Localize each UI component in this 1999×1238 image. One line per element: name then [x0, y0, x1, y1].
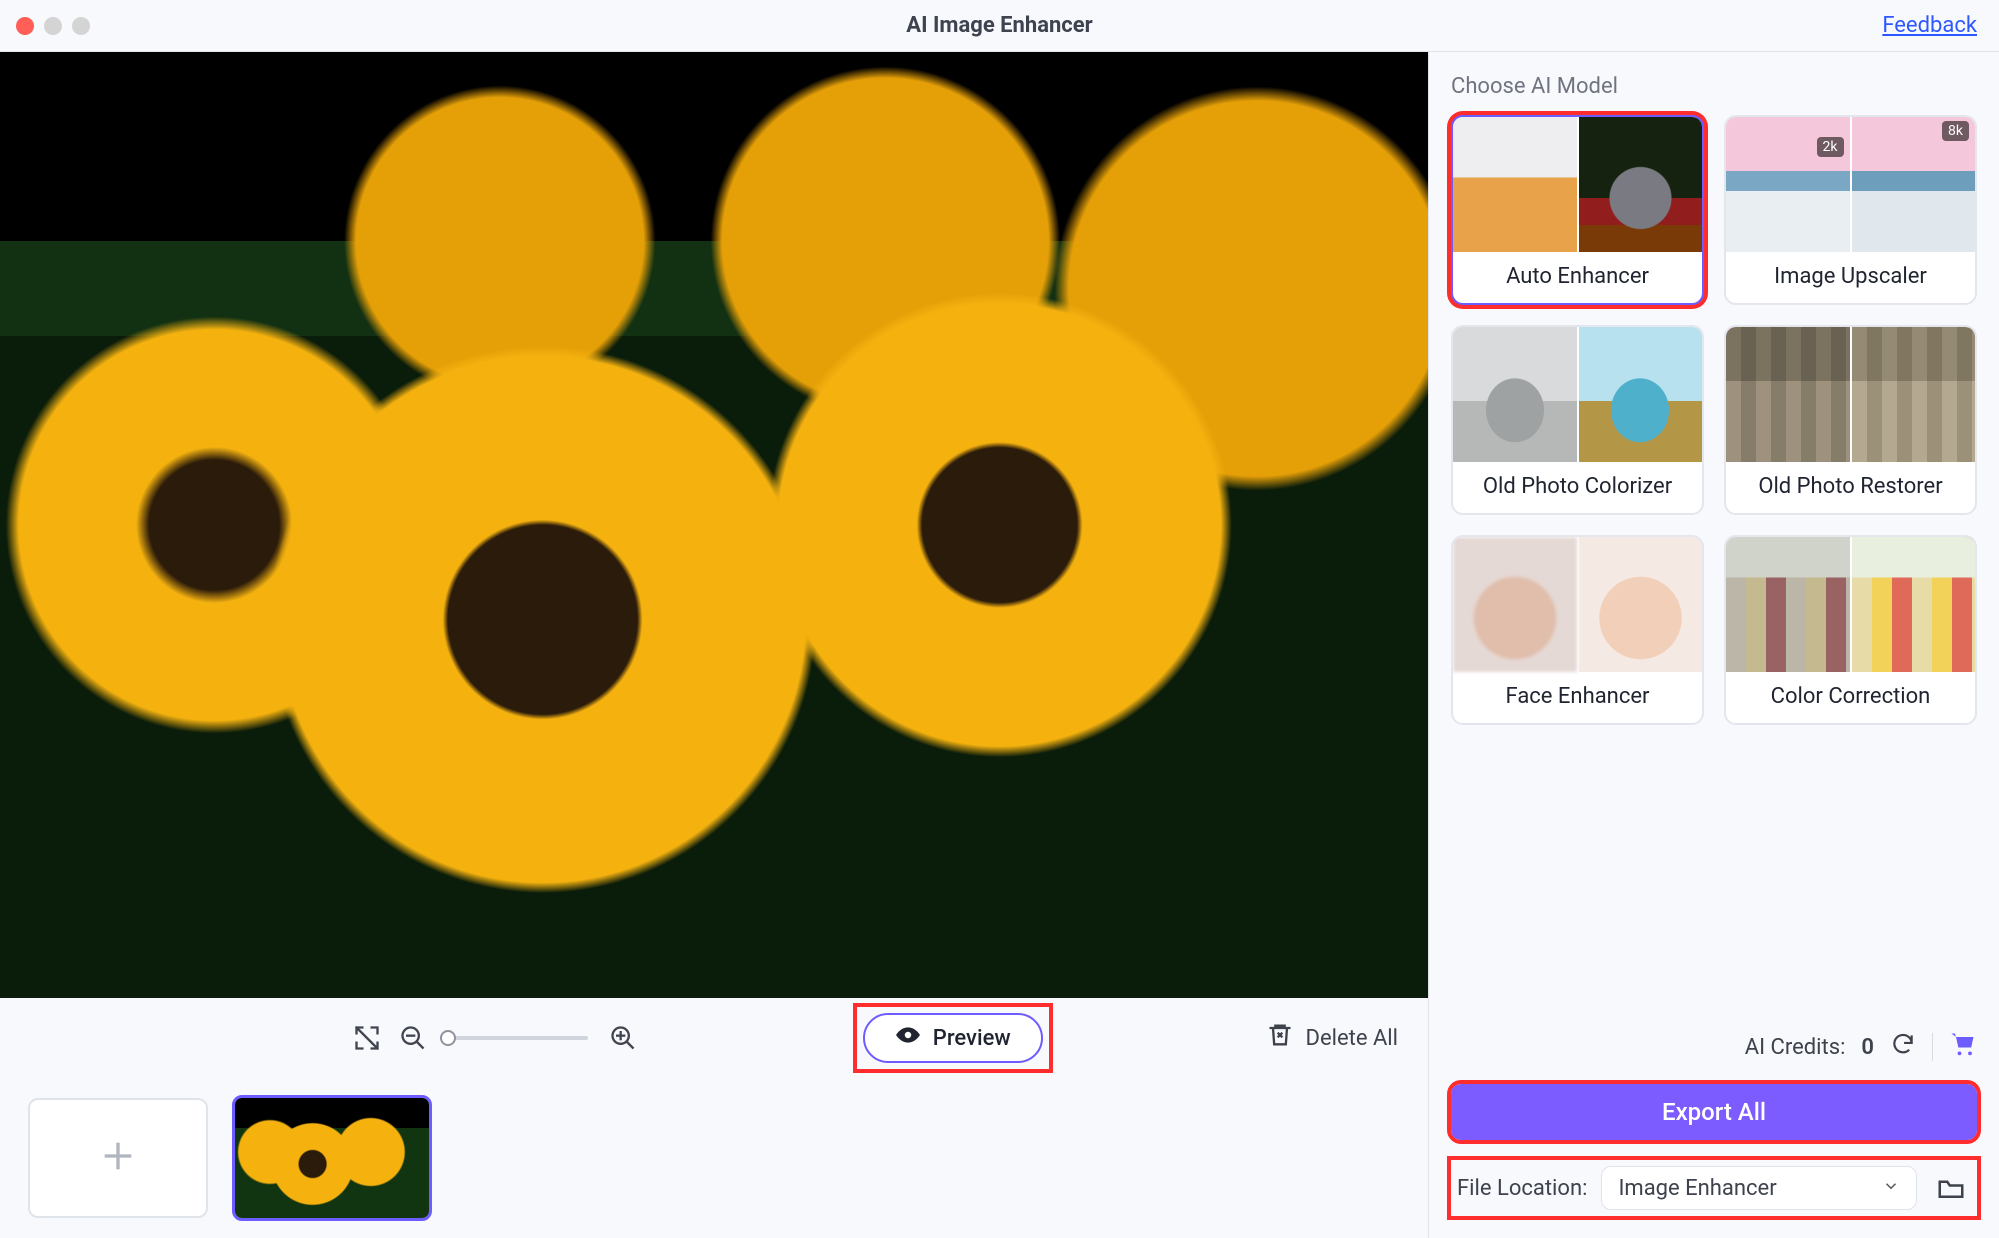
model-thumb: 2k 8k [1726, 117, 1975, 252]
open-folder-button[interactable] [1931, 1168, 1971, 1208]
chevron-down-icon [1882, 1176, 1900, 1201]
image-canvas[interactable] [0, 52, 1428, 998]
credits-value: 0 [1861, 1035, 1874, 1060]
main-split: Preview Delete All [0, 52, 1999, 1238]
model-card-old-photo-restorer[interactable]: Old Photo Restorer [1724, 325, 1977, 515]
feedback-link[interactable]: Feedback [1882, 13, 1977, 38]
export-all-button[interactable]: Export All [1451, 1084, 1977, 1140]
preview-image [0, 52, 1428, 998]
close-window-button[interactable] [16, 17, 34, 35]
model-thumb [1453, 117, 1702, 252]
model-label: Image Upscaler [1726, 252, 1975, 303]
plus-icon [98, 1136, 138, 1180]
zoom-slider[interactable] [448, 1036, 588, 1040]
model-label: Color Correction [1726, 672, 1975, 723]
thumbnail-image [235, 1098, 429, 1218]
upscale-badge-2k: 2k [1817, 137, 1844, 157]
model-thumb [1726, 327, 1975, 462]
fit-screen-icon[interactable] [350, 1021, 384, 1055]
model-thumb [1453, 537, 1702, 672]
delete-all-button[interactable]: Delete All [1266, 1021, 1399, 1055]
model-thumb [1453, 327, 1702, 462]
model-label: Old Photo Restorer [1726, 462, 1975, 513]
upscale-badge-8k: 8k [1942, 121, 1969, 141]
trash-icon [1266, 1021, 1294, 1055]
model-label: Old Photo Colorizer [1453, 462, 1702, 513]
credits-label: AI Credits: [1745, 1035, 1846, 1060]
zoom-in-icon[interactable] [606, 1021, 640, 1055]
preview-button-label: Preview [933, 1026, 1011, 1051]
delete-all-label: Delete All [1306, 1026, 1399, 1051]
zoom-slider-knob[interactable] [440, 1030, 456, 1046]
model-card-image-upscaler[interactable]: 2k 8k Image Upscaler [1724, 115, 1977, 305]
preview-button[interactable]: Preview [863, 1013, 1043, 1063]
file-location-label: File Location: [1457, 1176, 1587, 1201]
model-label: Auto Enhancer [1453, 252, 1702, 303]
model-card-auto-enhancer[interactable]: Auto Enhancer [1451, 115, 1704, 305]
maximize-window-button[interactable] [72, 17, 90, 35]
titlebar: AI Image Enhancer Feedback [0, 0, 1999, 52]
model-card-color-correction[interactable]: Color Correction [1724, 535, 1977, 725]
zoom-out-icon[interactable] [396, 1021, 430, 1055]
app-title: AI Image Enhancer [0, 13, 1999, 38]
model-label: Face Enhancer [1453, 672, 1702, 723]
eye-icon [895, 1022, 921, 1054]
file-location-value: Image Enhancer [1618, 1176, 1776, 1201]
credits-row: AI Credits: 0 [1451, 1030, 1977, 1064]
preview-button-highlight: Preview [859, 1009, 1047, 1067]
canvas-toolbar: Preview Delete All [0, 998, 1428, 1078]
model-card-face-enhancer[interactable]: Face Enhancer [1451, 535, 1704, 725]
model-thumb [1726, 537, 1975, 672]
thumbnail-item[interactable] [232, 1095, 432, 1221]
file-location-row: File Location: Image Enhancer [1451, 1160, 1977, 1216]
right-panel: Choose AI Model Auto Enhancer 2k 8k Imag… [1429, 52, 1999, 1238]
thumbnail-strip [0, 1078, 1428, 1238]
zoom-controls [350, 1021, 640, 1055]
file-location-select[interactable]: Image Enhancer [1601, 1166, 1917, 1210]
minimize-window-button[interactable] [44, 17, 62, 35]
right-bottom-cluster: AI Credits: 0 Export All File Location: … [1451, 1030, 1977, 1216]
window-controls [0, 17, 90, 35]
choose-model-label: Choose AI Model [1451, 74, 1977, 99]
buy-credits-button[interactable] [1949, 1030, 1977, 1064]
separator [1932, 1033, 1933, 1061]
model-grid: Auto Enhancer 2k 8k Image Upscaler Old P… [1451, 115, 1977, 725]
model-card-old-photo-colorizer[interactable]: Old Photo Colorizer [1451, 325, 1704, 515]
add-image-button[interactable] [28, 1098, 208, 1218]
export-all-label: Export All [1662, 1098, 1766, 1126]
refresh-credits-icon[interactable] [1890, 1031, 1916, 1063]
left-pane: Preview Delete All [0, 52, 1429, 1238]
app-window: AI Image Enhancer Feedback [0, 0, 1999, 1238]
